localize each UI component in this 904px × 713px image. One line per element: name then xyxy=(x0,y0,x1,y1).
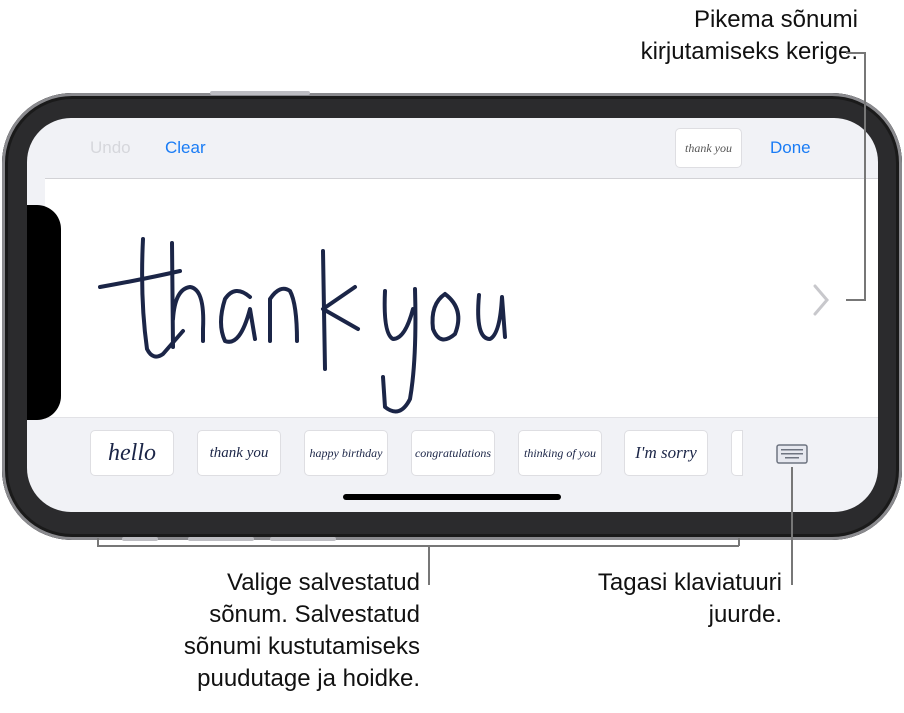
toolbar: Undo Clear thank you Done xyxy=(27,118,878,178)
home-indicator[interactable] xyxy=(343,494,561,500)
saved-message-im-sorry[interactable]: I'm sorry xyxy=(624,430,708,476)
saved-message-hello[interactable]: hello xyxy=(90,430,174,476)
keyboard-icon[interactable] xyxy=(776,444,808,464)
side-button xyxy=(188,537,254,541)
saved-message-congratulations[interactable]: congratulations xyxy=(411,430,495,476)
callout-bracket xyxy=(738,538,740,546)
notch xyxy=(27,205,61,420)
callout-line: puudutage ja hoidke. xyxy=(197,665,420,692)
side-button xyxy=(270,537,336,541)
handwriting-stroke xyxy=(98,237,507,414)
callout-bracket xyxy=(97,538,99,546)
callout-line: sõnumi kustutamiseks xyxy=(183,633,420,660)
callout-leader xyxy=(846,299,866,301)
saved-message-thinking-of-you[interactable]: thinking of you xyxy=(518,430,602,476)
callout-bracket xyxy=(97,545,739,547)
chevron-right-icon[interactable] xyxy=(811,283,831,317)
undo-button[interactable]: Undo xyxy=(90,138,131,158)
saved-message-partial[interactable] xyxy=(731,430,743,476)
done-button[interactable]: Done xyxy=(770,138,811,158)
callout-leader xyxy=(791,467,793,585)
preview-thumbnail: thank you xyxy=(675,128,742,168)
callout-line: Pikema sõnumi xyxy=(693,6,858,33)
callout-line: juurde. xyxy=(708,601,782,628)
callout-leader xyxy=(846,52,866,54)
callout-line: sõnum. Salvestatud xyxy=(209,601,420,628)
callout-keyboard: Tagasi klaviatuuri juurde. xyxy=(598,567,782,631)
saved-message-happy-birthday[interactable]: happy birthday xyxy=(304,430,388,476)
handwriting-canvas[interactable] xyxy=(45,178,878,418)
callout-scroll: Pikema sõnumi kirjutamiseks kerige. xyxy=(641,4,858,68)
screen: Undo Clear thank you Done hello thank yo… xyxy=(27,118,878,512)
saved-message-thank-you[interactable]: thank you xyxy=(197,430,281,476)
callout-line: Tagasi klaviatuuri xyxy=(597,569,782,596)
clear-button[interactable]: Clear xyxy=(165,138,206,158)
callout-leader xyxy=(428,545,430,585)
callout-line: kirjutamiseks kerige. xyxy=(640,38,858,65)
callout-leader xyxy=(864,52,866,300)
callout-saved-messages: Valige salvestatud sõnum. Salvestatud sõ… xyxy=(184,567,420,695)
callout-line: Valige salvestatud xyxy=(226,569,420,596)
volume-button xyxy=(210,91,310,95)
side-button xyxy=(122,537,158,541)
